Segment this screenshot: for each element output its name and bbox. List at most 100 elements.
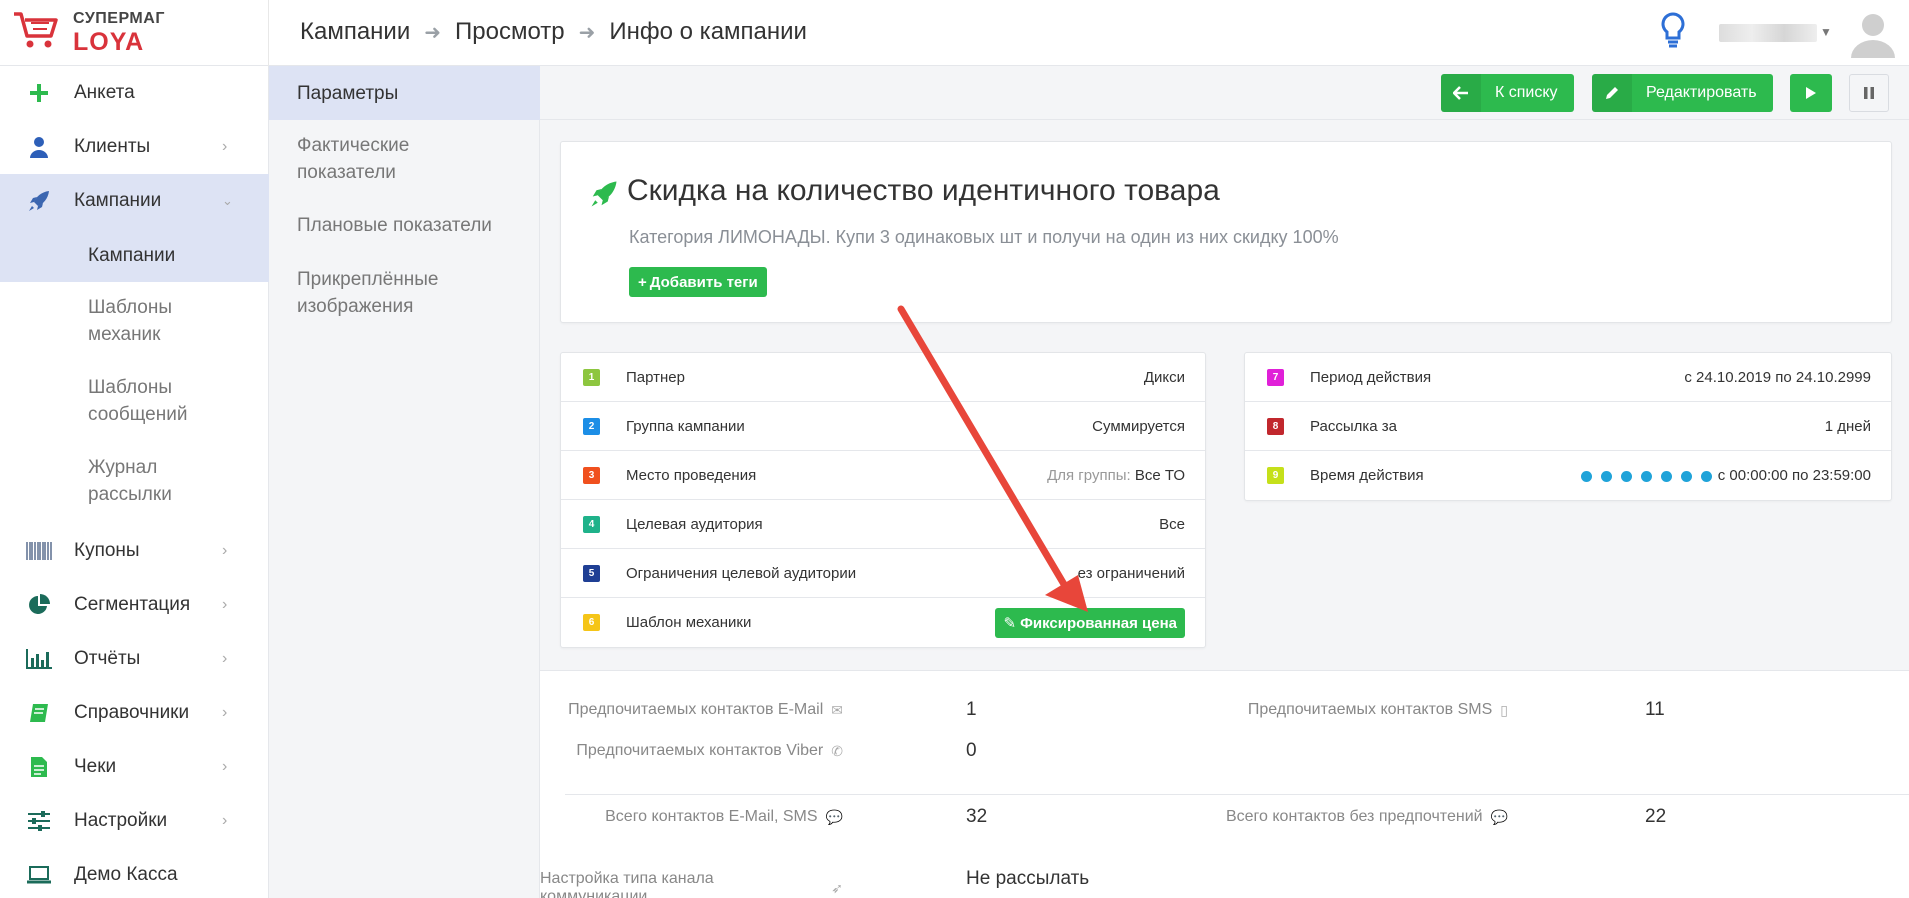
param-value-text: Все ТО — [1134, 466, 1185, 484]
campaign-description: Категория ЛИМОНАДЫ. Купи 3 одинаковых шт… — [629, 227, 1339, 247]
arrow-right-icon: ➜ — [424, 21, 442, 44]
sidebar-item-directories[interactable]: Справочники › — [0, 686, 269, 740]
tab-actual-indicators[interactable]: Фактические показатели — [269, 132, 540, 188]
tab-parameters[interactable]: Параметры — [269, 66, 540, 120]
chevron-right-icon: › — [222, 758, 228, 775]
params-right-card: 7 Период действия с 24.10.2019 по 24.10.… — [1244, 352, 1892, 501]
param-value: 1 дней — [1824, 417, 1871, 435]
back-to-list-button[interactable]: К списку — [1441, 74, 1574, 112]
sidebar-subitem-campaigns[interactable]: Кампании — [0, 228, 269, 282]
add-tags-button[interactable]: + Добавить теги — [629, 267, 767, 297]
stat-label: Предпочитаемых контактов Viber — [576, 742, 824, 759]
lightbulb-icon[interactable] — [1660, 12, 1686, 50]
stat-nopref-label-row: Всего контактов без предпочтений 💬 — [1226, 808, 1508, 826]
param-row-target-audience: 4 Целевая аудитория Все — [561, 500, 1205, 549]
start-button[interactable] — [1790, 74, 1832, 112]
param-label: Рассылка за — [1310, 417, 1398, 435]
sidebar-subitem-message-templates[interactable]: Шаблоны сообщений — [0, 374, 269, 434]
param-label: Место проведения — [626, 466, 757, 484]
weekday-dots — [1580, 470, 1712, 482]
param-number-badge: 7 — [1267, 369, 1284, 386]
sidebar-item-label: Отчёты — [74, 648, 141, 669]
param-label: Партнер — [626, 368, 685, 386]
chevron-down-icon[interactable]: ▼ — [1820, 25, 1832, 39]
sidebar: Анкета Клиенты › Кампании ⌄ Кампании Шаб… — [0, 66, 269, 898]
breadcrumb-item-campaigns[interactable]: Кампании — [300, 18, 410, 46]
tab-planned-indicators[interactable]: Плановые показатели — [269, 212, 540, 242]
param-number-badge: 2 — [583, 418, 600, 435]
sidebar-item-campaigns[interactable]: Кампании ⌄ — [0, 174, 269, 228]
stat-label: Предпочитаемых контактов E-Mail — [568, 701, 824, 718]
plus-icon: + — [638, 273, 647, 291]
brand-line2: LOYA — [73, 28, 145, 56]
sidebar-subitem-mailing-log[interactable]: Журнал рассылки — [0, 454, 269, 514]
sidebar-subitem-label: Кампании — [88, 245, 176, 266]
pencil-icon — [1592, 74, 1632, 112]
bar-chart-icon — [26, 647, 52, 671]
tab-label: показатели — [297, 162, 396, 183]
param-value: Для группы: Все ТО — [1047, 467, 1185, 484]
logo[interactable]: СУПЕРМАГ LOYA — [12, 6, 269, 60]
param-number-badge: 9 — [1267, 467, 1284, 484]
campaign-title: Скидка на количество идентичного товара — [627, 174, 1220, 207]
arrow-right-icon: ➜ — [578, 21, 596, 44]
mechanic-template-link[interactable]: ✎ Фиксированная цена — [995, 607, 1185, 638]
rocket-icon: ➶ — [831, 879, 843, 896]
sidebar-subitem-mechanic-templates[interactable]: Шаблоны механик — [0, 294, 269, 354]
sidebar-item-coupons[interactable]: Купоны › — [0, 524, 269, 578]
sidebar-item-settings[interactable]: Настройки › — [0, 794, 269, 848]
edit-label: Редактировать — [1646, 84, 1757, 101]
rocket-icon — [26, 189, 52, 213]
param-number-badge: 3 — [583, 467, 600, 484]
stat-label: Предпочитаемых контактов SMS — [1247, 701, 1493, 718]
play-icon — [1806, 87, 1816, 99]
username-blurred[interactable] — [1719, 24, 1817, 42]
tab-attached-images[interactable]: Прикреплённые изображения — [269, 266, 540, 322]
param-value: Дикси — [1143, 368, 1185, 386]
envelope-icon: ✉ — [831, 701, 843, 718]
tab-label: Фактические — [297, 135, 410, 156]
sidebar-item-label: Демо Касса — [74, 864, 178, 885]
tab-label: изображения — [297, 296, 414, 317]
sidebar-item-label: Сегментация — [74, 594, 191, 615]
stat-value: 32 — [966, 806, 988, 827]
arrow-left-icon — [1441, 74, 1481, 112]
top-header: СУПЕРМАГ LOYA Кампании ➜ Просмотр ➜ Инфо… — [0, 0, 1909, 66]
sidebar-item-reports[interactable]: Отчёты › — [0, 632, 269, 686]
campaign-section-nav: Параметры Фактические показатели Плановы… — [269, 66, 540, 898]
param-label: Шаблон механики — [626, 614, 752, 631]
sidebar-item-questionnaire[interactable]: Анкета — [0, 66, 269, 120]
viber-icon: ✆ — [831, 742, 843, 759]
param-value: Все — [1159, 515, 1185, 533]
sidebar-item-label: Купоны — [74, 540, 140, 561]
breadcrumb-item-view[interactable]: Просмотр — [455, 18, 565, 46]
chevron-right-icon: › — [222, 542, 228, 559]
toolbar: К списку Редактировать — [540, 66, 1909, 120]
sidebar-item-receipts[interactable]: Чеки › — [0, 740, 269, 794]
param-row-campaign-group: 2 Группа кампании Суммируется — [561, 402, 1205, 451]
param-number-badge: 5 — [583, 565, 600, 582]
breadcrumb: Кампании ➜ Просмотр ➜ Инфо о кампании — [300, 18, 807, 46]
param-value: с 00:00:00 по 23:59:00 — [1580, 467, 1871, 484]
param-value-prefix: Для группы: — [1047, 466, 1131, 484]
avatar[interactable] — [1848, 8, 1898, 58]
stat-channel-label-row: Настройка типа канала коммуникации ➶ — [540, 870, 843, 898]
user-icon — [26, 135, 52, 159]
sidebar-subitem-label: Шаблоны — [88, 297, 173, 318]
param-value: ез ограничений — [1077, 564, 1185, 582]
sidebar-item-segmentation[interactable]: Сегментация › — [0, 578, 269, 632]
edit-button[interactable]: Редактировать — [1592, 74, 1773, 112]
stat-value: 22 — [1645, 806, 1667, 827]
param-label: Ограничения целевой аудитории — [626, 564, 857, 582]
sidebar-item-clients[interactable]: Клиенты › — [0, 120, 269, 174]
pause-button[interactable] — [1849, 74, 1889, 112]
param-row-location: 3 Место проведения Для группы: Все ТО — [561, 451, 1205, 500]
plus-icon — [26, 81, 52, 105]
rocket-icon — [591, 181, 617, 207]
param-label: Период действия — [1310, 368, 1432, 386]
sidebar-subitem-label: рассылки — [88, 484, 172, 505]
sidebar-item-label: Чеки — [74, 756, 117, 777]
sidebar-item-label: Анкета — [74, 82, 135, 103]
stat-email-label-row: Предпочитаемых контактов E-Mail ✉ — [568, 701, 843, 719]
sidebar-item-demo-cash[interactable]: Демо Касса — [0, 848, 269, 898]
